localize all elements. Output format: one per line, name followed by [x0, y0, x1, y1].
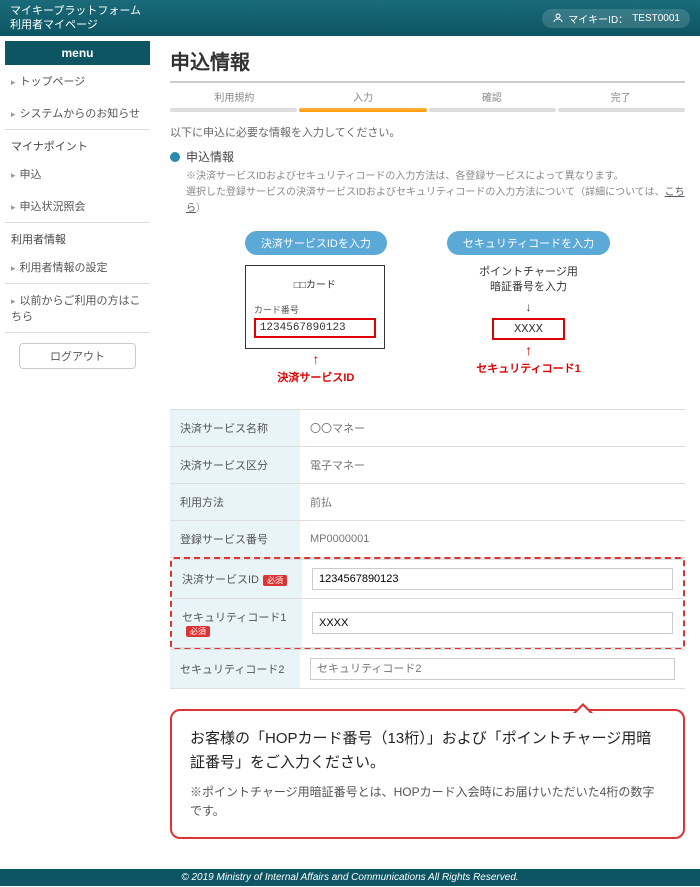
row-label: 決済サービス区分	[170, 447, 300, 484]
step-labels: 利用規約 入力 確認 完了	[170, 89, 685, 104]
sidebar-title-userinfo: 利用者情報	[5, 223, 150, 251]
intro-note: 以下に申込に必要な情報を入力してください。	[170, 124, 685, 140]
table-row: 登録サービス番号MP0000001	[170, 521, 685, 558]
row-value: 前払	[300, 484, 685, 521]
card-number-label: カード番号	[254, 303, 376, 316]
pin-instruction: ポイントチャージ用 暗証番号を入力	[447, 265, 610, 296]
arrow-up-icon-2: ↑	[447, 342, 610, 358]
header-title: マイキープラットフォーム 利用者マイページ	[10, 4, 141, 33]
callout-sub-text: ※ポイントチャージ用暗証番号とは、HOPカード入会時にお届けいただいた4桁の数字…	[190, 783, 665, 821]
user-id-badge: マイキーID： TEST0001	[542, 9, 690, 28]
table-row: セキュリティコード1必須	[172, 599, 683, 648]
content-area: 申込情報 利用規約 入力 確認 完了 以下に申込に必要な情報を入力してください。…	[155, 36, 700, 849]
user-icon	[552, 12, 564, 24]
diagram-left: 決済サービスIDを入力 □□カード カード番号 1234567890123 ↑ …	[245, 231, 387, 385]
row-value: 電子マネー	[300, 447, 685, 484]
page-title: 申込情報	[170, 46, 685, 83]
callout-main-text: お客様の「HOPカード番号（13桁）」および「ポイントチャージ用暗証番号」をご入…	[190, 727, 665, 775]
required-badge: 必須	[186, 626, 210, 637]
step-1-label: 利用規約	[170, 89, 299, 104]
id-value: TEST0001	[632, 13, 680, 24]
table-row: 決済サービス名称〇〇マネー	[170, 410, 685, 447]
form-table: 決済サービス名称〇〇マネー 決済サービス区分電子マネー 利用方法前払 登録サービ…	[170, 409, 685, 558]
step-2-label: 入力	[299, 89, 428, 104]
step-4-label: 完了	[556, 89, 685, 104]
sidebar-item-usersettings[interactable]: 利用者情報の設定	[5, 251, 150, 283]
step-progress	[170, 108, 685, 112]
highlighted-inputs: 決済サービスID必須 セキュリティコード1必須	[170, 557, 685, 650]
sidebar-item-top[interactable]: トップページ	[5, 65, 150, 97]
subnote-text: 選択した登録サービスの決済サービスIDおよびセキュリティコードの入力方法について…	[186, 187, 665, 198]
security-code-2-input[interactable]	[310, 658, 675, 680]
card-name: □□カード	[254, 276, 376, 291]
row-label: セキュリティコード2	[170, 650, 300, 689]
arrow-down-icon: ↓	[447, 300, 610, 314]
bullet-icon	[170, 152, 180, 162]
row-label: 利用方法	[170, 484, 300, 521]
table-row: セキュリティコード2	[170, 650, 685, 689]
table-row: 利用方法前払	[170, 484, 685, 521]
platform-name: マイキープラットフォーム	[10, 4, 141, 18]
section-header: 申込情報	[170, 148, 685, 165]
callout-wrapper: お客様の「HOPカード番号（13桁）」および「ポイントチャージ用暗証番号」をご入…	[170, 709, 685, 839]
card-illustration: □□カード カード番号 1234567890123	[245, 265, 385, 349]
section-subnote-2: 選択した登録サービスの決済サービスIDおよびセキュリティコードの入力方法について…	[186, 185, 685, 217]
diagram-right-caption: セキュリティコード1	[447, 360, 610, 376]
section-title: 申込情報	[186, 148, 234, 165]
row-value: MP0000001	[300, 521, 685, 558]
sidebar-item-news[interactable]: システムからのお知らせ	[5, 97, 150, 129]
section-subnote-1: ※決済サービスIDおよびセキュリティコードの入力方法は、各登録サービスによって異…	[186, 169, 685, 185]
security-code-1-input[interactable]	[312, 612, 673, 634]
row-label: 登録サービス番号	[170, 521, 300, 558]
menu-header: menu	[5, 41, 150, 65]
sidebar-item-existing[interactable]: 以前からご利用の方はこちら	[5, 284, 150, 332]
row-label: 決済サービスID必須	[172, 560, 302, 599]
id-label: マイキーID：	[568, 11, 628, 26]
table-row: 決済サービスID必須	[172, 560, 683, 599]
diagram-left-caption: 決済サービスID	[245, 369, 387, 385]
diagram-right: セキュリティコードを入力 ポイントチャージ用 暗証番号を入力 ↓ XXXX ↑ …	[447, 231, 610, 376]
diagram-right-header: セキュリティコードを入力	[447, 231, 610, 255]
pin-sample: XXXX	[492, 318, 565, 340]
page-group-name: 利用者マイページ	[10, 18, 141, 32]
sidebar-title-mynapoint: マイナポイント	[5, 130, 150, 158]
instruction-diagram: 決済サービスIDを入力 □□カード カード番号 1234567890123 ↑ …	[170, 231, 685, 385]
instruction-callout: お客様の「HOPカード番号（13桁）」および「ポイントチャージ用暗証番号」をご入…	[170, 709, 685, 839]
arrow-up-icon: ↑	[245, 351, 387, 367]
required-badge: 必須	[263, 575, 287, 586]
row-label: 決済サービス名称	[170, 410, 300, 447]
card-number-value: 1234567890123	[254, 318, 376, 338]
step-3-label: 確認	[428, 89, 557, 104]
diagram-left-header: 決済サービスIDを入力	[245, 231, 387, 255]
row-value: 〇〇マネー	[300, 410, 685, 447]
table-row: 決済サービス区分電子マネー	[170, 447, 685, 484]
sidebar: menu トップページ システムからのお知らせ マイナポイント 申込 申込状況照…	[0, 36, 155, 849]
app-header: マイキープラットフォーム 利用者マイページ マイキーID： TEST0001	[0, 0, 700, 36]
logout-button[interactable]: ログアウト	[19, 343, 136, 369]
sidebar-item-status[interactable]: 申込状況照会	[5, 190, 150, 222]
service-id-input[interactable]	[312, 568, 673, 590]
footer: © 2019 Ministry of Internal Affairs and …	[0, 869, 700, 886]
subnote-text-end: ）	[196, 203, 206, 214]
row-label: セキュリティコード1必須	[172, 599, 302, 648]
sidebar-item-apply[interactable]: 申込	[5, 158, 150, 190]
